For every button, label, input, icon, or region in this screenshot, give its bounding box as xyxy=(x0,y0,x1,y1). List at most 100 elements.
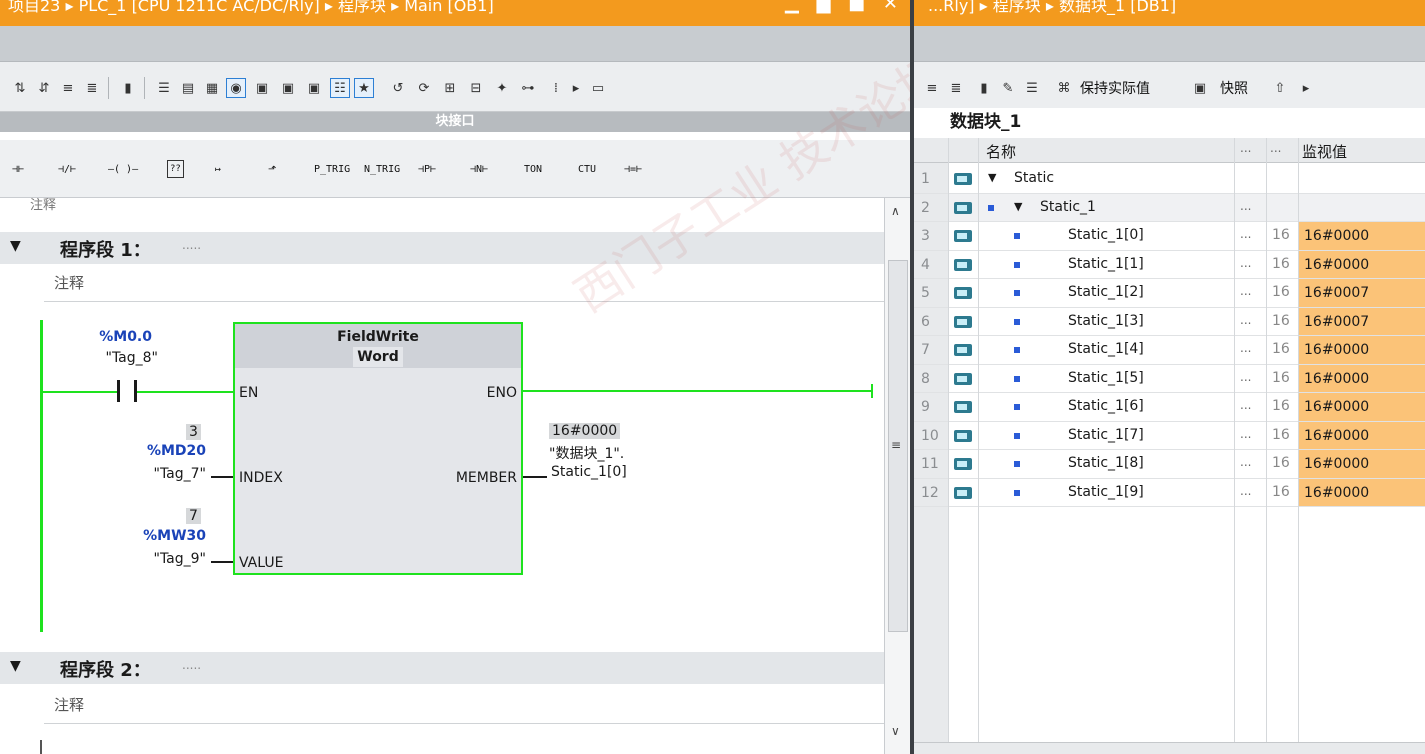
empty-box-icon[interactable]: ?? xyxy=(167,160,184,178)
network-2-header[interactable]: ▼ 程序段 2： ..... xyxy=(0,652,884,684)
overflow-arrow-icon[interactable]: ▸ xyxy=(566,78,586,98)
network-1-header[interactable]: ▼ 程序段 1： ..... xyxy=(0,232,884,264)
copy-snapshot-icon[interactable]: ⇧ xyxy=(1270,78,1290,98)
col-datatype-header[interactable]: ... xyxy=(1240,141,1251,155)
nc-contact-icon[interactable]: ⊣/⊢ xyxy=(58,160,76,178)
element-datatype[interactable]: ... xyxy=(1240,484,1251,498)
expand-all-icon[interactable]: ▮ xyxy=(974,78,994,98)
comment-toggle-icon[interactable]: ◉ xyxy=(226,78,246,98)
db-table-row[interactable]: 4 Static_1[1]... 16 16#0000 xyxy=(914,250,1425,279)
network-2-comment[interactable]: 注释 xyxy=(44,688,884,724)
instr-p-trig[interactable]: P_TRIG xyxy=(314,160,350,178)
scroll-down-icon[interactable]: ∨ xyxy=(891,724,900,738)
instr-ctu[interactable]: CTU xyxy=(578,160,596,178)
fieldwrite-block[interactable]: FieldWrite Word EN ENO INDEX MEMBER VALU… xyxy=(233,322,523,575)
snapshot-icon[interactable]: ▣ xyxy=(1190,78,1210,98)
element-name[interactable]: Static_1[4] xyxy=(1068,341,1144,357)
element-name[interactable]: Static_1[0] xyxy=(1068,227,1144,243)
element-datatype[interactable]: ... xyxy=(1240,455,1251,469)
insert-row-icon[interactable]: ≡ xyxy=(922,78,942,98)
element-datatype[interactable]: ... xyxy=(1240,427,1251,441)
network-2-title-placeholder[interactable]: ..... xyxy=(182,658,201,672)
list-view-icon[interactable]: ☷ xyxy=(330,78,350,98)
window-controls[interactable]: ▁ ▆ ■ ✕ xyxy=(785,0,904,14)
p-edge-contact-icon[interactable]: ⊣P⊢ xyxy=(418,160,436,178)
db-table-row[interactable]: 7 Static_1[4]... 16 16#0000 xyxy=(914,336,1425,365)
compare-contact-icon[interactable]: ⊣=⊢ xyxy=(624,160,642,178)
more-tools-icon[interactable]: ⁞ xyxy=(546,78,566,98)
element-datatype[interactable]: ... xyxy=(1240,398,1251,412)
editor-vertical-scrollbar[interactable]: ∧ ≡ ∨ xyxy=(884,198,910,754)
element-name[interactable]: Static_1[8] xyxy=(1068,455,1144,471)
db-table-row[interactable]: 2 ▼ Static_1... xyxy=(914,193,1425,222)
open-branch-icon[interactable]: ↦ xyxy=(215,160,221,178)
member-tag-line2[interactable]: Static_1[0] xyxy=(551,464,627,480)
element-datatype[interactable]: ... xyxy=(1240,256,1251,270)
insert-row-icon[interactable]: ≡ xyxy=(58,78,78,98)
element-datatype[interactable]: ... xyxy=(1240,199,1251,213)
goto-icon[interactable]: ↺ xyxy=(388,78,408,98)
instr-ton[interactable]: TON xyxy=(524,160,542,178)
expand-icon[interactable]: ☰ xyxy=(154,78,174,98)
db-table-row[interactable]: 5 Static_1[2]... 16 16#0007 xyxy=(914,279,1425,308)
monitor-all-icon[interactable]: ⌘ xyxy=(1054,78,1074,98)
open-block-icon[interactable]: ⟳ xyxy=(414,78,434,98)
db-table-row[interactable]: 6 Static_1[3]... 16 16#0007 xyxy=(914,307,1425,336)
col-name-header[interactable]: 名称 xyxy=(986,141,1016,162)
close-branch-icon[interactable]: ⬏ xyxy=(268,160,276,178)
element-name[interactable]: Static_1 xyxy=(1040,199,1096,215)
value-address[interactable]: %MW30 xyxy=(110,528,206,544)
instr-n-trig[interactable]: N_TRIG xyxy=(364,160,400,178)
db-titlebar[interactable]: ...Rly] ▸ 程序块 ▸ 数据块_1 [DB1] xyxy=(914,0,1425,26)
db-table-row[interactable]: 10 Static_1[7]... 16 16#0000 xyxy=(914,421,1425,450)
network-1-title-placeholder[interactable]: ..... xyxy=(182,238,201,252)
block-datatype[interactable]: Word xyxy=(353,347,403,367)
view-icon[interactable]: ▦ xyxy=(202,78,222,98)
db-table-row[interactable]: 9 Static_1[6]... 16 16#0000 xyxy=(914,393,1425,422)
value-tag[interactable]: "Tag_9" xyxy=(110,551,207,567)
element-datatype[interactable]: ... xyxy=(1240,284,1251,298)
block-call-icon[interactable]: ⊟ xyxy=(466,78,486,98)
coil-icon[interactable]: –( )– xyxy=(108,160,138,178)
snapshot-button[interactable]: 快照 xyxy=(1220,78,1248,98)
db-table-row[interactable]: 12 Static_1[9]... 16 16#0000 xyxy=(914,478,1425,507)
member-tag-line1[interactable]: "数据块_1". xyxy=(549,443,624,463)
db-table-row[interactable]: 11 Static_1[8]... 16 16#0000 xyxy=(914,450,1425,479)
favorites-icon[interactable]: ★ xyxy=(354,78,374,98)
element-datatype[interactable]: ... xyxy=(1240,370,1251,384)
n-edge-contact-icon[interactable]: ⊣N⊢ xyxy=(470,160,488,178)
element-datatype[interactable]: ... xyxy=(1240,313,1251,327)
absolute-operand-icon[interactable]: ▣ xyxy=(252,78,272,98)
element-name[interactable]: Static_1[5] xyxy=(1068,370,1144,386)
index-tag[interactable]: "Tag_7" xyxy=(110,466,207,482)
network-delete-icon[interactable]: ⇵ xyxy=(34,78,54,98)
contact-icon[interactable]: ▮ xyxy=(118,78,138,98)
db-horizontal-scrollbar[interactable] xyxy=(914,742,1425,754)
expand-collapse-icon[interactable]: ▼ xyxy=(988,171,996,184)
no-contact-icon[interactable]: ⊣⊢ xyxy=(12,160,24,178)
network-1-comment[interactable]: 注释 xyxy=(44,266,884,302)
element-name[interactable]: Static_1[7] xyxy=(1068,427,1144,443)
element-datatype[interactable]: ... xyxy=(1240,341,1251,355)
monitor-icon[interactable]: ✦ xyxy=(492,78,512,98)
element-datatype[interactable]: ... xyxy=(1240,227,1251,241)
db-table-row[interactable]: 8 Static_1[5]... 16 16#0000 xyxy=(914,364,1425,393)
element-name[interactable]: Static_1[2] xyxy=(1068,284,1144,300)
collapse-icon[interactable]: ▤ xyxy=(178,78,198,98)
element-name[interactable]: Static_1[1] xyxy=(1068,256,1144,272)
symbol-info-icon[interactable]: ▣ xyxy=(304,78,324,98)
index-address[interactable]: %MD20 xyxy=(110,443,206,459)
window-layout-icon[interactable]: ▭ xyxy=(588,78,608,98)
list-icon[interactable]: ☰ xyxy=(1022,78,1042,98)
scroll-up-icon[interactable]: ∧ xyxy=(891,204,900,218)
element-name[interactable]: Static xyxy=(1014,170,1054,186)
collapse-icon[interactable]: ▼ xyxy=(10,658,21,674)
overflow-arrow-icon[interactable]: ▸ xyxy=(1296,78,1316,98)
col-monitor-header[interactable]: 监视值 xyxy=(1302,141,1347,162)
block-interface-bar[interactable]: 块接口 xyxy=(0,112,910,132)
add-row-icon[interactable]: ≣ xyxy=(946,78,966,98)
monitoring-on-off-icon[interactable]: ⊶ xyxy=(518,78,538,98)
operand-display-icon[interactable]: ▣ xyxy=(278,78,298,98)
element-name[interactable]: Static_1[3] xyxy=(1068,313,1144,329)
contact-address[interactable]: %M0.0 xyxy=(60,329,152,345)
